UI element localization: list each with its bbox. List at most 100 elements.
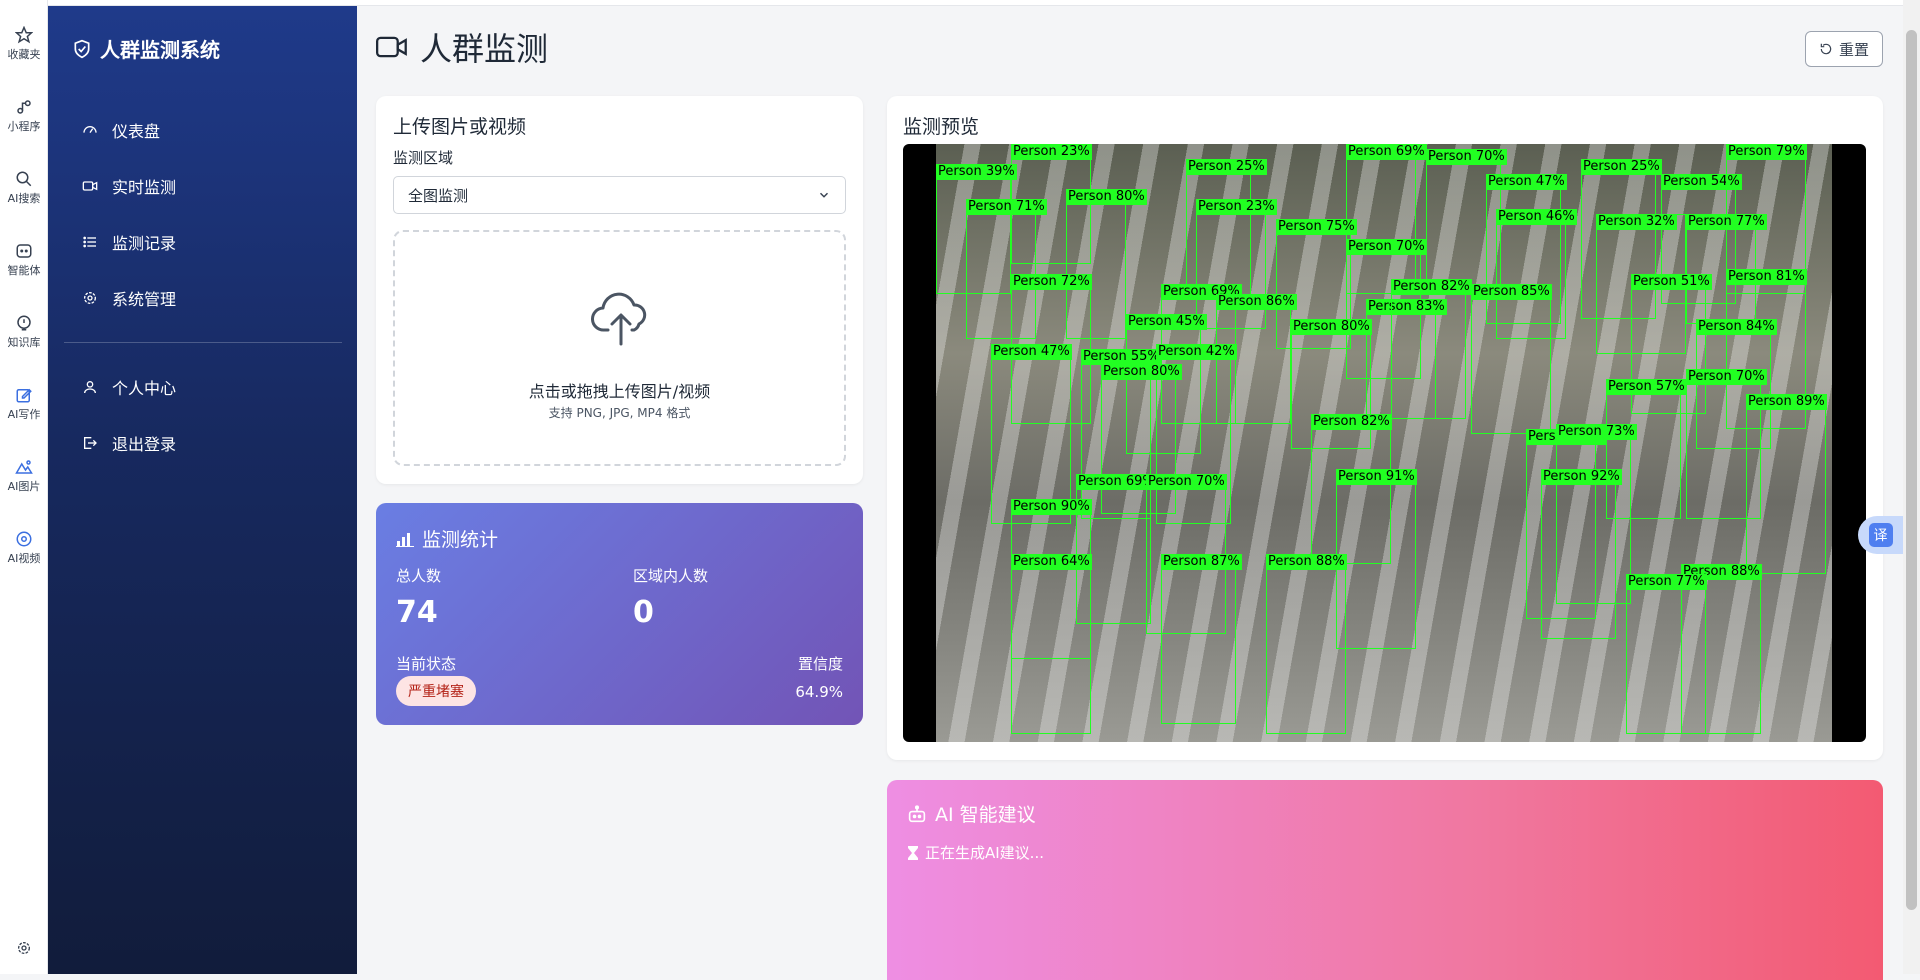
preview-card: 监测预览 Person 23% Person 39% Person 71% Perso… (887, 96, 1883, 760)
detection-label: Person 70% (1686, 369, 1767, 385)
rail-miniprogram[interactable]: 小程序 (0, 98, 48, 133)
translate-label: 译 (1868, 523, 1893, 547)
detection-label: Person 85% (1471, 284, 1552, 300)
confidence-value: 64.9% (795, 683, 843, 701)
detection-label: Person 32% (1596, 214, 1677, 230)
detection-label: Person 84% (1696, 319, 1777, 335)
rail-ai-image[interactable]: AI图片 (0, 458, 48, 493)
page-scrollbar-thumb[interactable] (1906, 30, 1917, 910)
star-icon (15, 26, 33, 44)
detection-label: Person 57% (1606, 379, 1687, 395)
detection-box: Person 89% (1746, 394, 1827, 574)
miniprogram-icon (17, 100, 31, 114)
app-sidebar: 人群监测系统 仪表盘 实时监测 监测记录 系统管理 个人中心 退出登录 (48, 6, 357, 974)
detection-label: Person 80% (1291, 319, 1372, 335)
sidebar-item-system[interactable]: 系统管理 (64, 278, 342, 318)
rail-ai-search[interactable]: AI搜索 (0, 170, 48, 205)
stats-title: 监测统计 (396, 525, 498, 552)
upload-title: 上传图片或视频 (393, 116, 527, 138)
ai-title: AI 智能建议 (907, 800, 1036, 827)
total-value: 74 (396, 595, 438, 630)
hourglass-icon (908, 845, 918, 860)
sidebar-item-label: 退出登录 (112, 435, 177, 454)
detection-label: Person 69% (1076, 474, 1157, 490)
page-title-text: 人群监测 (420, 30, 549, 68)
preview-frame: Person 23% Person 39% Person 71% Person 80%… (903, 144, 1866, 742)
shield-icon (74, 39, 90, 58)
camera-icon (82, 181, 98, 191)
rail-agent[interactable]: 智能体 (0, 242, 48, 277)
rail-knowledge[interactable]: 知识库 (0, 314, 48, 349)
detection-label: Person 72% (1011, 274, 1092, 290)
detection-label: Person 91% (1336, 469, 1417, 485)
rail-settings[interactable] (0, 940, 48, 960)
rail-favorites[interactable]: 收藏夹 (0, 26, 48, 61)
detection-label: Person 77% (1686, 214, 1767, 230)
rail-label: 收藏夹 (7, 48, 41, 61)
sidebar-item-label: 系统管理 (112, 290, 177, 309)
region-count-label: 区域内人数 (633, 567, 709, 585)
translate-button[interactable]: 译 (1858, 516, 1903, 554)
sidebar-item-logout[interactable]: 退出登录 (64, 423, 342, 463)
sidebar-item-realtime[interactable]: 实时监测 (64, 166, 342, 206)
sidebar-item-records[interactable]: 监测记录 (64, 222, 342, 262)
total-label: 总人数 (396, 567, 442, 585)
detection-label: Person 89% (1746, 394, 1827, 410)
reset-button[interactable]: 重置 (1805, 31, 1883, 67)
detection-label: Person 46% (1496, 209, 1577, 225)
ai-status: 正在生成AI建议... (907, 842, 1044, 863)
detection-label: Person 80% (1066, 189, 1147, 205)
detection-label: Person 39% (936, 164, 1017, 180)
chevron-down-icon (819, 192, 829, 198)
detection-label: Person 90% (1011, 499, 1092, 515)
rail-label: 智能体 (7, 264, 41, 277)
sidebar-divider (64, 342, 342, 343)
detection-box: Person 87% (1161, 554, 1242, 724)
confidence-label: 置信度 (797, 655, 843, 673)
sidebar-item-label: 仪表盘 (112, 122, 161, 141)
detection-label: Person 92% (1541, 469, 1622, 485)
rail-ai-write[interactable]: AI写作 (0, 386, 48, 421)
rail-label: 知识库 (7, 336, 41, 349)
refresh-icon (1820, 43, 1832, 55)
detection-label: Person 70% (1346, 239, 1427, 255)
upload-card: 上传图片或视频 监测区域 全图监测 点击或拖拽上传图片/视频 支持 PNG, J… (376, 96, 863, 484)
agent-icon (16, 244, 32, 258)
region-count-value: 0 (633, 595, 654, 630)
region-select[interactable]: 全图监测 (393, 176, 846, 214)
upload-dropzone[interactable]: 点击或拖拽上传图片/视频 支持 PNG, JPG, MP4 格式 (393, 230, 846, 466)
dropzone-main-text: 点击或拖拽上传图片/视频 (528, 382, 711, 401)
robot-icon (908, 804, 926, 822)
detection-label: Person 82% (1311, 414, 1392, 430)
detection-label: Person 42% (1156, 344, 1237, 360)
detection-label: Person 75% (1276, 219, 1357, 235)
rail-ai-video[interactable]: AI视频 (0, 530, 48, 565)
rail-label: AI写作 (7, 408, 41, 421)
detection-label: Person 73% (1556, 424, 1637, 440)
detection-box: Person 91% (1336, 469, 1417, 649)
reset-button-label: 重置 (1838, 40, 1869, 59)
gear-icon (18, 942, 30, 954)
detection-label: Person 47% (1486, 174, 1567, 190)
cloud-upload-icon (591, 292, 647, 346)
sidebar-item-profile[interactable]: 个人中心 (64, 367, 342, 407)
detection-label: Person 55% (1081, 349, 1162, 365)
detection-label: Person 70% (1426, 149, 1507, 165)
crowd-image: Person 23% Person 39% Person 71% Person 80%… (936, 144, 1832, 742)
stats-card: 监测统计 总人数 74 区域内人数 0 当前状态 置信度 严重堵塞 64.9% (376, 503, 863, 725)
detection-label: Person 87% (1161, 554, 1242, 570)
status-badge: 严重堵塞 (396, 676, 476, 706)
brand-name: 人群监测系统 (100, 38, 220, 62)
detection-label: Person 77% (1626, 574, 1707, 590)
detection-label: Person 45% (1126, 314, 1207, 330)
search-icon (16, 171, 32, 187)
knowledge-icon (17, 315, 31, 331)
stats-title-text: 监测统计 (422, 529, 499, 551)
dropzone-sub-text: 支持 PNG, JPG, MP4 格式 (548, 406, 691, 420)
detection-label: Person 80% (1101, 364, 1182, 380)
sidebar-item-dashboard[interactable]: 仪表盘 (64, 110, 342, 150)
ai-status-text: 正在生成AI建议... (925, 844, 1044, 862)
detection-box: Person 77% (1626, 574, 1707, 734)
sidebar-item-label: 监测记录 (112, 234, 177, 253)
detection-label: Person 69% (1346, 144, 1427, 160)
